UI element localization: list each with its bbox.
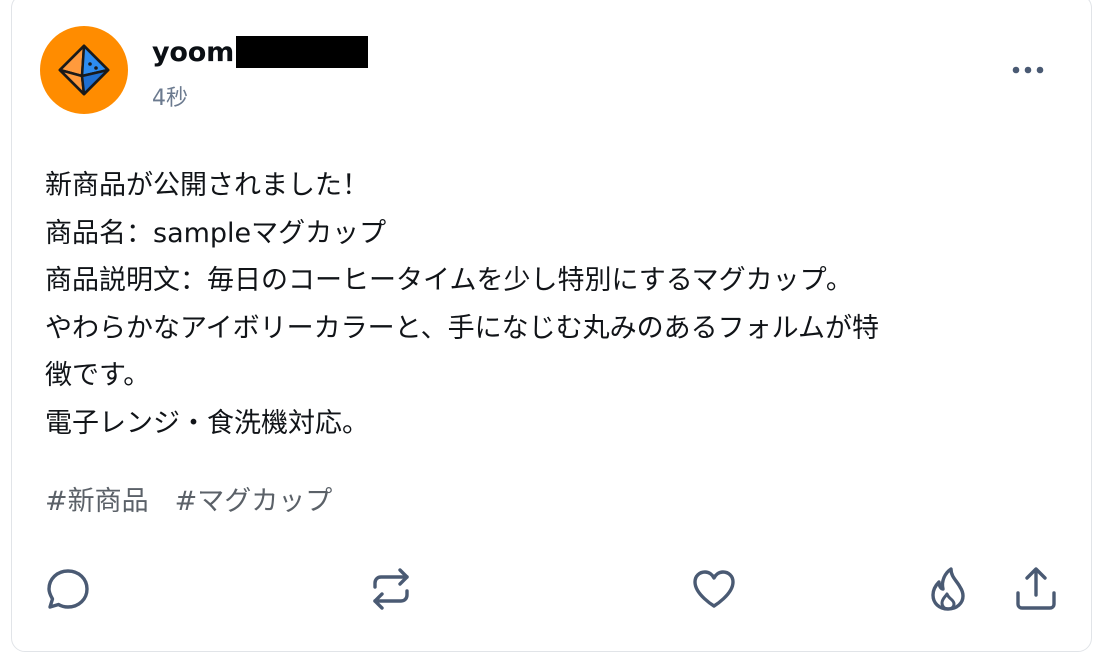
timestamp[interactable]: 4秒	[152, 80, 188, 112]
repost-icon	[373, 568, 409, 610]
post-line: やわらかなアイボリーカラーと、手になじむ丸みのあるフォルムが特	[45, 312, 880, 344]
hashtag-link[interactable]: #新商品	[45, 482, 149, 522]
reply-button[interactable]	[43, 564, 93, 614]
logo-icon	[58, 44, 110, 96]
more-options-button[interactable]	[1004, 54, 1052, 86]
post-body: 新商品が公開されました！ 商品名：sampleマグカップ 商品説明文：毎日のコー…	[45, 162, 1045, 447]
reply-bubble-icon	[47, 569, 89, 609]
post-line: 電子レンジ・食洗機対応。	[45, 407, 369, 439]
share-upload-icon	[1016, 567, 1056, 610]
hashtag-link[interactable]: #マグカップ	[175, 482, 333, 522]
post-line: 商品名：sampleマグカップ	[45, 217, 387, 249]
repost-button[interactable]	[366, 564, 416, 614]
hashtag-list: #新商品 #マグカップ	[45, 482, 358, 522]
post-line: 徴です。	[45, 360, 151, 391]
username[interactable]: yoom	[152, 37, 234, 68]
flame-icon	[931, 567, 965, 611]
post-line: 新商品が公開されました！	[45, 170, 369, 201]
boost-button[interactable]	[923, 564, 973, 614]
redaction-bar	[236, 36, 369, 68]
avatar[interactable]	[40, 26, 128, 114]
more-horizontal-icon	[1012, 66, 1044, 74]
share-button[interactable]	[1011, 564, 1061, 614]
like-button[interactable]	[689, 564, 739, 614]
heart-icon	[693, 570, 735, 608]
post-line: 商品説明文：毎日のコーヒータイムを少し特別にするマグカップ。	[45, 265, 853, 296]
author-row: yoom	[152, 34, 369, 70]
